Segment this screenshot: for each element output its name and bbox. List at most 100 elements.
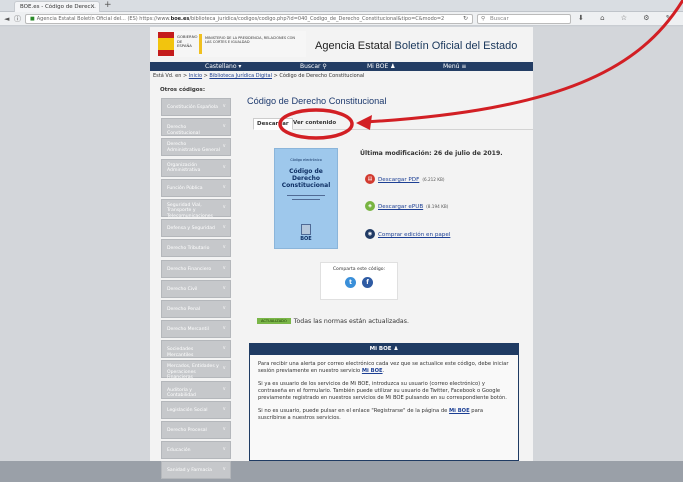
codes-sidebar: Constitución Española ∨ Derecho Constituci… (161, 98, 231, 482)
search-icon: ⚲ (481, 16, 486, 22)
chevron-down-icon: ∨ (222, 304, 226, 311)
back-icon[interactable]: ◄ (4, 14, 9, 24)
chevron-down-icon: ∨ (222, 365, 226, 372)
status-text: Todas las normas están actualizadas. (293, 318, 409, 325)
breadcrumb-separator: > (273, 73, 278, 79)
sidebar-item[interactable]: Auditoría y Contabilidad ∨ (161, 380, 231, 399)
sidebar-item[interactable]: Sanidad y Farmacia ∨ (161, 461, 231, 480)
buy-paper-link[interactable]: Comprar edición en papel (378, 232, 450, 238)
sidebar-item-label: Sociedades Mercantiles (167, 347, 194, 358)
chevron-down-icon: ∨ (222, 203, 226, 210)
epub-icon: ◈ (365, 201, 375, 211)
agency-prefix: Agencia Estatal (315, 40, 395, 52)
address-bar[interactable]: ■ Agencia Estatal Boletín Oficial del... … (25, 14, 473, 24)
pdf-size: (6.212 KB) (422, 177, 445, 182)
code-cover-image: Código electrónico Código de Derecho Con… (274, 148, 338, 249)
browser-tab[interactable]: BOE.es - Código de Derec... × (14, 1, 100, 12)
sidebar-item-label: Constitución Española (167, 105, 218, 110)
url-domain: boe.es (170, 16, 190, 22)
chevron-down-icon: ∨ (222, 325, 226, 332)
myboe-paragraph: Si no es usuario, puede pulsar en el enl… (258, 408, 510, 422)
sidebar-item-label: Derecho Tributario (167, 246, 210, 252)
coat-of-arms-icon (158, 32, 174, 56)
tab-title: BOE.es - Código de Derec... (20, 4, 96, 10)
sidebar-item[interactable]: Derecho Constitucional ∨ (161, 118, 231, 137)
facebook-icon[interactable]: f (362, 277, 373, 288)
logo-divider (199, 34, 202, 54)
url-path: /biblioteca_juridica/codigos/codigo.php?… (189, 16, 445, 22)
tab-download[interactable]: Descargar (253, 118, 293, 130)
chevron-down-icon: ∨ (222, 405, 226, 412)
chevron-down-icon: ∨ (222, 426, 226, 432)
sidebar-item[interactable]: Derecho Penal ∨ (161, 299, 231, 318)
agency-name: Boletín Oficial del Estado (394, 40, 518, 52)
myboe-paragraph: Para recibir una alerta por correo elect… (258, 361, 510, 375)
chevron-down-icon: ∨ (222, 244, 226, 251)
sidebar-item[interactable]: Educación ∨ (161, 441, 231, 460)
share-box: Comparta este código: tf (320, 262, 398, 300)
sidebar-item[interactable]: Defensa y Seguridad ∨ (161, 219, 231, 238)
sidebar-item-label: Organización Administrativa (167, 162, 201, 173)
menu-myboe-button[interactable]: Mi BOE ♟ (367, 62, 396, 71)
tab-view-content[interactable]: Ver contenido (293, 118, 336, 130)
sidebar-item-label: Derecho Mercantil (167, 327, 209, 333)
browser-search-input[interactable]: ⚲ Buscar (477, 14, 571, 24)
close-icon[interactable]: × (90, 2, 95, 12)
url-prefix: Agencia Estatal Boletín Oficial del... (… (36, 16, 171, 22)
last-modified-label: Última modificación: (360, 150, 432, 157)
breadcrumb-home-link[interactable]: Inicio (189, 73, 202, 79)
sidebar-item[interactable]: Derecho Procesal ∨ (161, 421, 231, 439)
government-logo[interactable]: GOBIERNO DE ESPAÑA MINISTERIO DE LA PRES… (158, 31, 306, 57)
sidebar-item[interactable]: Derecho Administrativo General ∨ (161, 138, 231, 157)
epub-size: (8.194 KB) (426, 204, 449, 209)
sidebar-item[interactable]: Derecho Tributario ∨ (161, 239, 231, 258)
agency-title[interactable]: Agencia Estatal Boletín Oficial del Esta… (315, 40, 517, 52)
download-pdf-link[interactable]: Descargar PDF (378, 177, 419, 183)
sidebar-item[interactable]: Derecho Financiero ∨ (161, 259, 231, 278)
chevron-down-icon: ∨ (222, 446, 226, 453)
sidebar-item[interactable]: Constitución Española ∨ (161, 98, 231, 116)
chevron-down-icon: ∨ (222, 264, 226, 271)
cover-divider (287, 195, 325, 196)
info-icon[interactable]: ⓘ (14, 14, 21, 24)
sidebar-item[interactable]: Legislación Social ∨ (161, 400, 231, 419)
myboe-text: . (382, 368, 385, 374)
sidebar-item-label: Seguridad Vial, Transporte y Telecomunic… (167, 202, 213, 219)
chevron-down-icon: ∨ (222, 143, 226, 150)
sidebar-item[interactable]: Sociedades Mercantiles ∨ (161, 340, 231, 359)
update-status: ACTUALIZADO Todas las normas están actual… (257, 318, 409, 325)
page-viewport: GOBIERNO DE ESPAÑA MINISTERIO DE LA PRES… (0, 27, 683, 480)
myboe-text: Si no es usuario, puede pulsar en el enl… (258, 408, 449, 414)
sidebar-item[interactable]: Derecho Mercantil ∨ (161, 320, 231, 339)
chevron-down-icon: ∨ (222, 284, 226, 291)
cover-boe-logo: BOE (275, 224, 337, 242)
menu-search-button[interactable]: Buscar ⚲ (300, 62, 327, 71)
download-epub-link[interactable]: Descargar ePUB (378, 204, 423, 210)
sidebar-item[interactable]: Derecho Civil ∨ (161, 279, 231, 298)
sidebar-item-label: Derecho Constitucional (167, 125, 200, 136)
twitter-icon[interactable]: t (345, 277, 356, 288)
menu-button[interactable]: Menú ≡ (443, 62, 466, 71)
boe-page: GOBIERNO DE ESPAÑA MINISTERIO DE LA PRES… (150, 27, 533, 480)
main-menu: Castellano ▾ Buscar ⚲ Mi BOE ♟ Menú ≡ (150, 62, 533, 71)
myboe-register-link[interactable]: Mi BOE (449, 408, 470, 414)
new-tab-button[interactable]: + (104, 0, 112, 11)
browser-window: BOE.es - Código de Derec... × + ◄ ⓘ ■ Agen… (0, 0, 683, 480)
myboe-panel: Mi BOE ♟ Para recibir una alerta por cor… (249, 343, 519, 461)
sidebar-title: Otros códigos: (160, 87, 206, 93)
sidebar-item-label: Derecho Civil (167, 286, 198, 292)
language-selector[interactable]: Castellano ▾ (205, 62, 241, 71)
status-badge: ACTUALIZADO (257, 318, 291, 324)
sidebar-item-label: Legislación Social (167, 407, 208, 413)
page-title: Código de Derecho Constitucional (247, 96, 387, 106)
sidebar-item[interactable]: Mercados, Entidades y Operaciones Financ… (161, 360, 231, 380)
reload-icon[interactable]: ↻ (463, 14, 468, 24)
sidebar-item[interactable]: Organización Administrativa ∨ (161, 158, 231, 177)
breadcrumb-library-link[interactable]: Biblioteca Jurídica Digital (209, 73, 272, 79)
lock-icon: ■ (30, 16, 35, 22)
sidebar-item[interactable]: Seguridad Vial, Transporte y Telecomunic… (161, 198, 231, 219)
last-modified: Última modificación: 26 de julio de 2019… (360, 150, 503, 157)
myboe-link[interactable]: Mi BOE (362, 368, 383, 374)
tab-bar: BOE.es - Código de Derec... × + (0, 0, 683, 12)
sidebar-item[interactable]: Función Pública ∨ (161, 178, 231, 197)
